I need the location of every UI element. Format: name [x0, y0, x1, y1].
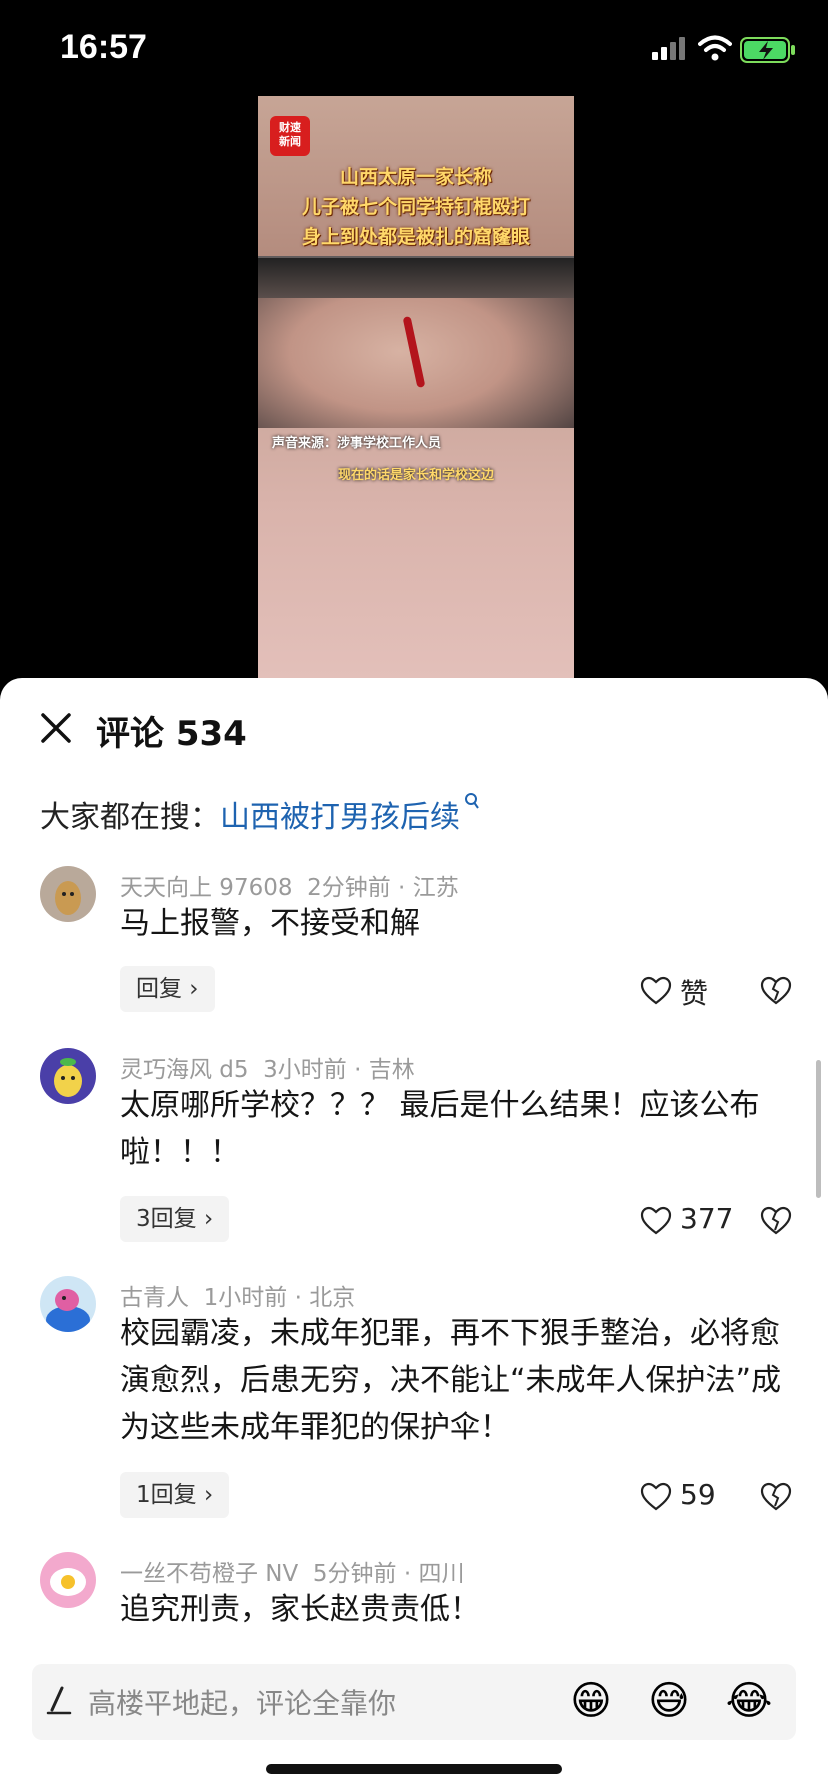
comment-username[interactable]: 灵巧海风 d5 [120, 1057, 249, 1083]
battery-charging-icon [740, 37, 795, 63]
scrollbar[interactable] [816, 1060, 821, 1198]
comment-meta: 灵巧海风 d5 3小时前 · 吉林 [120, 1057, 415, 1083]
close-icon[interactable] [40, 712, 72, 744]
like-count: 赞 [680, 977, 709, 1010]
comment-username[interactable]: 天天向上 97608 [120, 875, 292, 901]
pen-icon [46, 1686, 72, 1715]
comment-meta: 古青人 1小时前 · 北京 [120, 1285, 356, 1311]
comment-username[interactable]: 古青人 [120, 1285, 189, 1311]
reply-button[interactable]: 回复 › [120, 966, 215, 1012]
comment-text: 追究刑责，家长赵贵责低！ [120, 1592, 480, 1627]
comment-input-bar[interactable]: 高楼平地起，评论全靠你 😁 😅 😂 [32, 1664, 796, 1740]
sweat-smile-emoji-icon[interactable]: 😅 [644, 1676, 694, 1726]
wifi-icon [698, 35, 732, 61]
video-subtitle: 现在的话是家长和学校这边 [337, 468, 494, 483]
comment-count-title: 评论 534 [96, 714, 247, 754]
like-count: 377 [680, 1202, 734, 1235]
signal-icon [652, 37, 685, 60]
heart-icon[interactable] [640, 1482, 672, 1512]
comment-sheet: 评论 534 大家都在搜：山西被打男孩后续 天天向上 97608 2分钟前 · … [0, 678, 828, 1792]
comment-time: 1小时前 [203, 1285, 288, 1311]
comment-username[interactable]: 一丝不苟橙子 NV [120, 1561, 298, 1587]
comment-location: 北京 [309, 1285, 356, 1311]
comment-location: 吉林 [368, 1057, 415, 1083]
home-indicator[interactable] [266, 1764, 562, 1774]
reply-button[interactable]: 1回复 › [120, 1472, 230, 1518]
video-frame-hair [258, 258, 574, 298]
avatar[interactable] [40, 1048, 96, 1104]
avatar[interactable] [40, 1276, 96, 1332]
status-bar: 16:57 [0, 0, 828, 96]
heart-icon[interactable] [640, 976, 672, 1006]
avatar[interactable] [40, 1552, 96, 1608]
comment-time: 2分钟前 [307, 875, 391, 901]
dislike-icon[interactable] [760, 1206, 792, 1236]
video-player[interactable]: 财速 新闻 山西太原一家长称 儿子被七个同学持钉棍殴打 身上到处都是被扎的窟窿眼 … [258, 96, 574, 680]
comment-input-placeholder[interactable]: 高楼平地起，评论全靠你 [88, 1682, 396, 1722]
video-caption-line: 山西太原一家长称 [339, 166, 492, 188]
trending-search-label: 大家都在搜： [40, 800, 220, 835]
comment-location: 四川 [418, 1561, 465, 1587]
comment-meta: 一丝不苟橙子 NV 5分钟前 · 四川 [120, 1561, 465, 1587]
comment-text: 太原哪所学校？？？ 最后是什么结果！应该公布啦！！！ [120, 1088, 760, 1170]
comment-location: 江苏 [412, 875, 459, 901]
heart-icon[interactable] [640, 1206, 672, 1236]
comment-text: 马上报警，不接受和解 [120, 906, 420, 941]
video-caption-line: 身上到处都是被扎的窟窿眼 [301, 226, 530, 248]
trending-search-row: 大家都在搜：山西被打男孩后续 [40, 792, 480, 836]
dislike-icon[interactable] [760, 1482, 792, 1512]
avatar[interactable] [40, 866, 96, 922]
laughing-emoji-icon[interactable]: 😂 [724, 1676, 774, 1726]
comment-time: 5分钟前 [312, 1561, 397, 1587]
comment-meta: 天天向上 97608 2分钟前 · 江苏 [120, 875, 459, 901]
grin-emoji-icon[interactable]: 😁 [566, 1676, 616, 1726]
comment-time: 3小时前 [263, 1057, 347, 1083]
reply-button[interactable]: 3回复 › [120, 1196, 230, 1242]
like-count: 59 [680, 1478, 716, 1511]
video-caption-line: 儿子被七个同学持钉棍殴打 [301, 196, 530, 218]
news-logo: 财速 新闻 [270, 116, 310, 156]
search-icon [465, 793, 479, 809]
trending-search-link[interactable]: 山西被打男孩后续 [220, 800, 460, 835]
dislike-icon[interactable] [760, 976, 792, 1006]
comment-text: 校园霸凌，未成年犯罪，再不下狠手整治，必将愈演愈烈，后患无穷，决不能让“未成年人… [120, 1316, 782, 1445]
status-time: 16:57 [60, 28, 147, 66]
video-subtitle-source: 声音来源：涉事学校工作人员 [272, 436, 442, 451]
